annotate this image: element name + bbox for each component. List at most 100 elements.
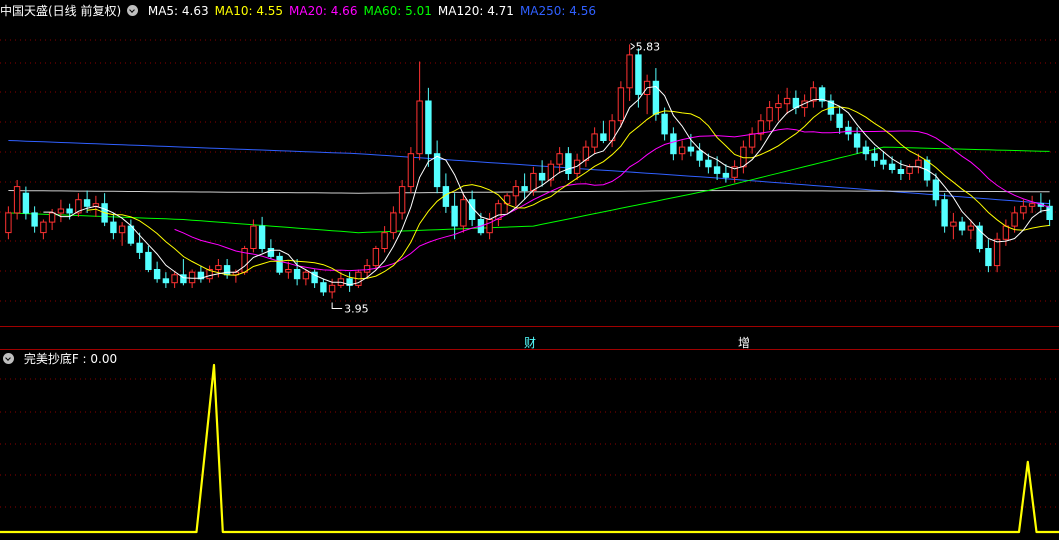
candle bbox=[302, 269, 310, 286]
ma5-line bbox=[43, 85, 1050, 286]
candle-body bbox=[1020, 205, 1027, 214]
candle-body bbox=[941, 199, 948, 227]
candle-body bbox=[976, 225, 983, 250]
candle-body bbox=[748, 133, 756, 148]
candle bbox=[40, 219, 47, 240]
candle bbox=[1028, 195, 1036, 213]
candle bbox=[215, 259, 222, 278]
candle bbox=[320, 278, 327, 296]
candle-body bbox=[888, 163, 896, 170]
candle bbox=[223, 259, 231, 279]
candle-body bbox=[678, 146, 686, 155]
candle-body bbox=[258, 225, 266, 250]
candle-body bbox=[626, 54, 633, 89]
candle-body bbox=[1002, 225, 1010, 240]
chevron-down-icon[interactable] bbox=[3, 353, 14, 364]
candle bbox=[381, 226, 388, 253]
candle bbox=[976, 222, 983, 253]
candle bbox=[311, 269, 318, 288]
candle bbox=[460, 193, 467, 233]
candle-body bbox=[153, 269, 161, 280]
high-arrow bbox=[630, 42, 635, 50]
candle bbox=[1002, 219, 1010, 246]
candle-body bbox=[985, 248, 992, 267]
candle-body bbox=[250, 225, 257, 250]
candle-body bbox=[57, 208, 65, 214]
candle bbox=[188, 269, 196, 288]
candle bbox=[495, 199, 502, 227]
ma20-line bbox=[174, 128, 1050, 272]
candle bbox=[626, 44, 633, 101]
chevron-down-icon[interactable] bbox=[127, 5, 139, 16]
candle-body bbox=[1028, 203, 1036, 207]
chart-canvas[interactable]: 5.83 3.95 财 增 bbox=[0, 0, 1059, 536]
candle-body bbox=[162, 278, 170, 284]
candle bbox=[775, 94, 782, 121]
candle-body bbox=[302, 271, 310, 280]
candle-body bbox=[967, 225, 975, 231]
kline-chart-window[interactable]: 5.83 3.95 财 增 中国天盛(日线 前复权) MA5: 4.63 MA10… bbox=[0, 0, 1059, 536]
candle-body bbox=[722, 172, 730, 178]
candle bbox=[792, 90, 800, 115]
candle-body bbox=[600, 133, 607, 141]
candle bbox=[232, 269, 240, 283]
candle-body bbox=[372, 248, 380, 267]
candle-body bbox=[635, 54, 642, 95]
candle-body bbox=[451, 205, 458, 227]
candle bbox=[678, 140, 686, 161]
candle-body bbox=[897, 169, 905, 174]
candle-body bbox=[398, 186, 406, 214]
candle bbox=[267, 239, 275, 259]
candle-body bbox=[1011, 212, 1018, 227]
candle bbox=[425, 87, 432, 167]
main-chart-header: 中国天盛(日线 前复权) MA5: 4.63 MA10: 4.55 MA20: 4.… bbox=[0, 3, 608, 19]
candle bbox=[486, 212, 493, 240]
candle bbox=[547, 160, 555, 187]
candle bbox=[398, 180, 406, 220]
candle-body bbox=[460, 199, 467, 227]
candle-body bbox=[433, 153, 441, 188]
candle bbox=[670, 127, 677, 161]
candle bbox=[801, 94, 808, 117]
candle-body bbox=[145, 251, 152, 270]
candle-body bbox=[171, 274, 178, 284]
candle-body bbox=[293, 269, 301, 280]
candle-body bbox=[110, 221, 117, 234]
candle bbox=[661, 107, 668, 141]
candle bbox=[757, 114, 765, 141]
candle-body bbox=[188, 271, 196, 284]
ma-legend-item: MA250: 4.56 bbox=[519, 4, 596, 18]
candle bbox=[643, 74, 651, 115]
candle-body bbox=[40, 221, 47, 234]
candle-body bbox=[118, 225, 126, 234]
low-arrow bbox=[331, 302, 343, 309]
candle-body bbox=[31, 212, 38, 227]
candle-body bbox=[425, 100, 432, 155]
candle bbox=[346, 272, 353, 292]
candle-body bbox=[871, 153, 878, 161]
candle-body bbox=[66, 208, 73, 214]
candle-body bbox=[950, 221, 957, 227]
indicator-label: 完美抄底F : 0.00 bbox=[23, 352, 118, 366]
candle-body bbox=[416, 100, 423, 155]
candle-body bbox=[906, 166, 913, 174]
candle-body bbox=[521, 186, 528, 192]
candle-body bbox=[670, 133, 677, 155]
candle bbox=[950, 212, 957, 240]
candle-body bbox=[713, 166, 721, 174]
candle-body bbox=[766, 107, 773, 122]
candle-body bbox=[880, 159, 887, 165]
candle-body bbox=[836, 113, 843, 128]
candle bbox=[591, 127, 598, 154]
high-price-label: 5.83 bbox=[636, 40, 661, 53]
candle bbox=[600, 120, 607, 144]
short-ma-lines bbox=[43, 85, 1050, 286]
candle-body bbox=[83, 199, 91, 207]
candle bbox=[556, 147, 563, 174]
indicator-header: 完美抄底F : 0.00 bbox=[0, 351, 123, 367]
candle-body bbox=[381, 232, 388, 249]
candle bbox=[836, 107, 843, 134]
candle bbox=[766, 101, 773, 130]
candle-body bbox=[591, 133, 598, 148]
candle-body bbox=[267, 248, 275, 257]
